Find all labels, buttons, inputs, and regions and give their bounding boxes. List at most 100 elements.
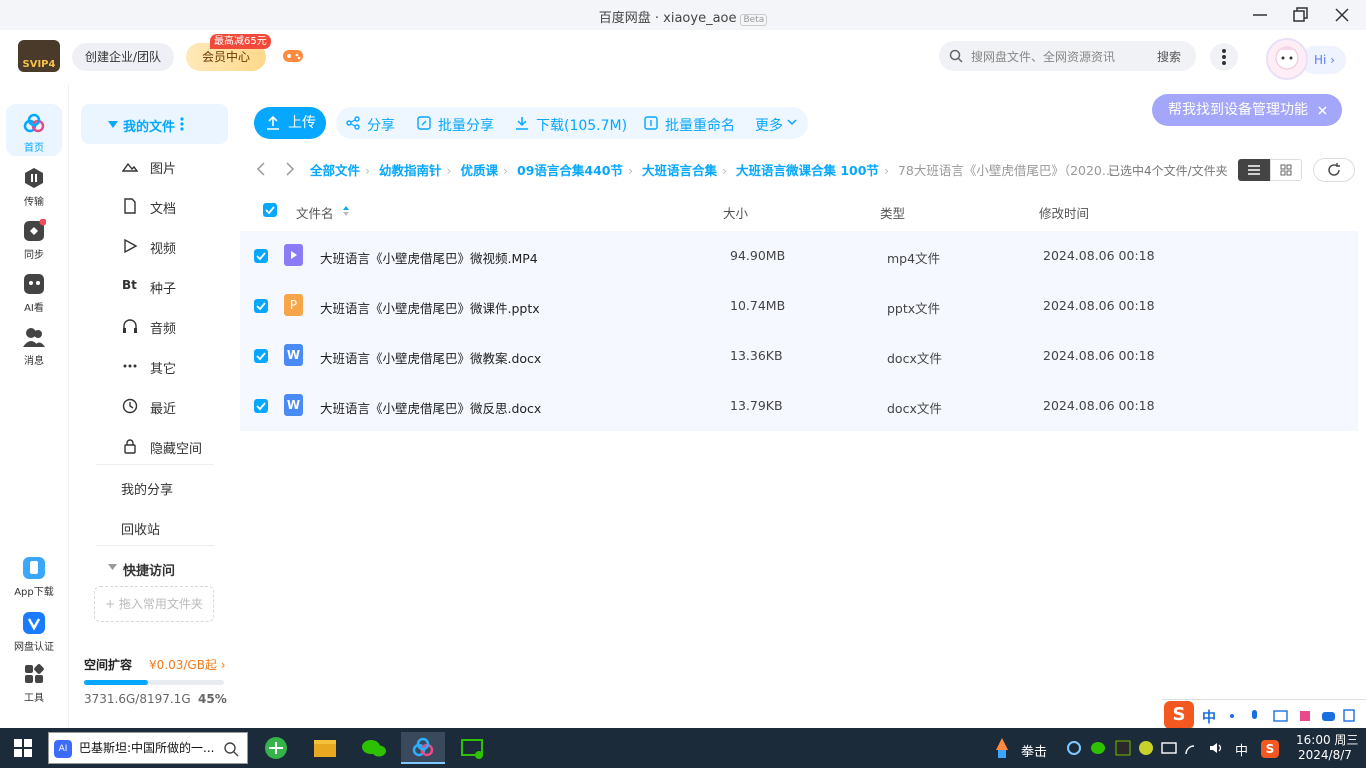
more-actions-button[interactable]: 更多 — [755, 115, 783, 135]
row-checkbox[interactable] — [254, 349, 268, 363]
sidebar-item-torrents[interactable]: 种子 — [150, 278, 176, 297]
pptx-file-icon: P — [284, 294, 303, 316]
sidebar-item-audio[interactable]: 音频 — [150, 318, 176, 337]
share-button[interactable]: 分享 — [367, 115, 395, 135]
refresh-button[interactable] — [1313, 158, 1355, 182]
sogou-icon[interactable]: S — [1164, 701, 1194, 729]
terminal-taskbar-icon[interactable] — [450, 732, 494, 764]
column-modified[interactable]: 修改时间 — [1039, 203, 1089, 222]
file-name[interactable]: 大班语言《小壁虎借尾巴》微反思.docx — [320, 398, 541, 417]
clock-time[interactable]: 16:00 周三 — [1296, 731, 1358, 748]
quota-upgrade-link[interactable]: ¥0.03/GB起 › — [149, 656, 226, 673]
column-size[interactable]: 大小 — [723, 203, 748, 222]
file-name[interactable]: 大班语言《小壁虎借尾巴》微视频.MP4 — [320, 248, 538, 267]
baidu-netdisk-taskbar-icon[interactable] — [401, 732, 445, 764]
file-row[interactable]: 大班语言《小壁虎借尾巴》微视频.MP4 94.90MB mp4文件 2024.0… — [240, 231, 1358, 281]
minimize-button[interactable] — [1250, 5, 1270, 25]
breadcrumb-item[interactable]: 优质课 — [461, 163, 499, 178]
file-row[interactable]: W 大班语言《小壁虎借尾巴》微教案.docx 13.36KB docx文件 20… — [240, 331, 1358, 381]
clock-date[interactable]: 2024/8/7 — [1298, 748, 1352, 762]
more-menu-button[interactable] — [1210, 43, 1238, 71]
create-team-button[interactable]: 创建企业/团队 — [72, 43, 174, 71]
sidebar-item-my-share[interactable]: 我的分享 — [121, 479, 173, 498]
search-box[interactable]: 搜网盘文件、全网资源资讯 搜索 — [939, 41, 1196, 71]
download-button[interactable]: 下载(105.7M) — [536, 115, 627, 135]
file-name[interactable]: 大班语言《小壁虎借尾巴》微教案.docx — [320, 348, 541, 367]
feature-tip-banner[interactable]: 帮我找到设备管理功能 — [1152, 94, 1342, 126]
rail-transfer[interactable]: 传输 — [6, 166, 62, 208]
sidebar-item-hidden-space[interactable]: 隐藏空间 — [150, 438, 202, 457]
maximize-button[interactable] — [1290, 5, 1310, 25]
upload-button[interactable]: 上传 — [254, 107, 326, 139]
file-explorer-taskbar-icon[interactable] — [303, 732, 347, 764]
ime-tools-icon[interactable] — [1226, 708, 1356, 724]
row-checkbox[interactable] — [254, 399, 268, 413]
batch-rename-button[interactable]: 批量重命名 — [665, 115, 735, 135]
document-icon — [124, 198, 136, 214]
taskbar-ime-indicator[interactable]: 中 — [1235, 740, 1248, 759]
breadcrumb-item[interactable]: 09语言合集440节 — [517, 163, 623, 178]
batch-share-icon — [417, 116, 431, 130]
search-button[interactable]: 搜索 — [1157, 48, 1181, 65]
wechat-taskbar-icon[interactable] — [352, 732, 396, 764]
select-all-checkbox[interactable] — [263, 203, 277, 217]
forward-arrow-icon[interactable] — [285, 162, 295, 176]
breadcrumb: 全部文件 › 幼教指南针 › 优质课 › 09语言合集440节 › 大班语言合集 › 大班… — [310, 163, 1114, 178]
sort-icon[interactable] — [342, 205, 350, 217]
sidebar-item-videos[interactable]: 视频 — [150, 238, 176, 257]
rail-verify[interactable]: 网盘认证 — [6, 611, 62, 653]
browser-taskbar-icon[interactable] — [254, 732, 298, 764]
column-type[interactable]: 类型 — [880, 203, 905, 222]
file-name[interactable]: 大班语言《小壁虎借尾巴》微课件.pptx — [320, 298, 540, 317]
quota-progress-fill — [84, 680, 148, 685]
breadcrumb-item[interactable]: 全部文件 — [310, 163, 360, 178]
row-checkbox[interactable] — [254, 249, 268, 263]
list-view-button[interactable] — [1238, 159, 1270, 181]
check-icon — [256, 352, 266, 361]
quick-access-header[interactable]: 快捷访问 — [123, 560, 175, 579]
gamepad-icon[interactable] — [282, 47, 304, 65]
quota-used: 3731.6G/8197.1G — [84, 692, 191, 706]
taskbar-search[interactable]: AI 巴基斯坦:中国所做的一... — [48, 732, 248, 764]
back-arrow-icon[interactable] — [256, 162, 266, 176]
windows-start-icon[interactable] — [14, 739, 32, 757]
search-input[interactable]: 搜网盘文件、全网资源资讯 — [971, 48, 1115, 65]
rail-ai[interactable]: AI看 — [6, 272, 62, 314]
batch-share-button[interactable]: 批量分享 — [438, 115, 494, 135]
row-checkbox[interactable] — [254, 299, 268, 313]
rail-message[interactable]: 消息 — [6, 325, 62, 367]
close-icon[interactable] — [1318, 106, 1327, 115]
rail-tools[interactable]: 工具 — [6, 662, 62, 704]
grid-view-button[interactable] — [1270, 159, 1302, 181]
sidebar-item-recent[interactable]: 最近 — [150, 398, 176, 417]
file-row[interactable]: W 大班语言《小壁虎借尾巴》微反思.docx 13.79KB docx文件 20… — [240, 381, 1358, 431]
quota-price: ¥0.03/GB起 — [149, 658, 217, 672]
sidebar-item-images[interactable]: 图片 — [150, 158, 176, 177]
weather-text[interactable]: 拳击 — [1021, 741, 1047, 760]
rail-home[interactable]: 首页 — [6, 104, 62, 156]
close-window-button[interactable] — [1332, 5, 1352, 25]
file-row[interactable]: P 大班语言《小壁虎借尾巴》微课件.pptx 10.74MB pptx文件 20… — [240, 281, 1358, 331]
sidebar-item-other[interactable]: 其它 — [150, 358, 176, 377]
file-table-header: 文件名 大小 类型 修改时间 — [240, 195, 1358, 227]
search-icon — [224, 742, 239, 757]
system-tray-icons[interactable] — [1064, 738, 1196, 758]
ime-mode[interactable]: 中 — [1202, 707, 1216, 727]
sogou-tray-icon[interactable]: S — [1261, 740, 1279, 758]
weather-icon[interactable] — [992, 736, 1012, 760]
kebab-icon[interactable] — [180, 117, 184, 131]
breadcrumb-item[interactable]: 大班语言微课合集 100节 — [736, 163, 879, 178]
sidebar-item-documents[interactable]: 文档 — [150, 198, 176, 217]
volume-icon[interactable] — [1208, 740, 1224, 756]
sidebar-item-my-files[interactable]: 我的文件 — [81, 104, 228, 144]
sidebar-item-recycle-bin[interactable]: 回收站 — [121, 519, 160, 538]
quick-access-dropzone[interactable]: + 拖入常用文件夹 — [94, 586, 214, 622]
rail-app-download[interactable]: App下载 — [6, 556, 62, 598]
breadcrumb-item[interactable]: 幼教指南针 — [379, 163, 442, 178]
avatar[interactable] — [1266, 38, 1308, 80]
column-name[interactable]: 文件名 — [296, 203, 334, 222]
svip-logo[interactable]: SVIP4 — [18, 40, 60, 72]
breadcrumb-item[interactable]: 大班语言合集 — [642, 163, 717, 178]
rail-sync[interactable]: 同步 — [6, 219, 62, 261]
message-icon — [23, 328, 45, 347]
